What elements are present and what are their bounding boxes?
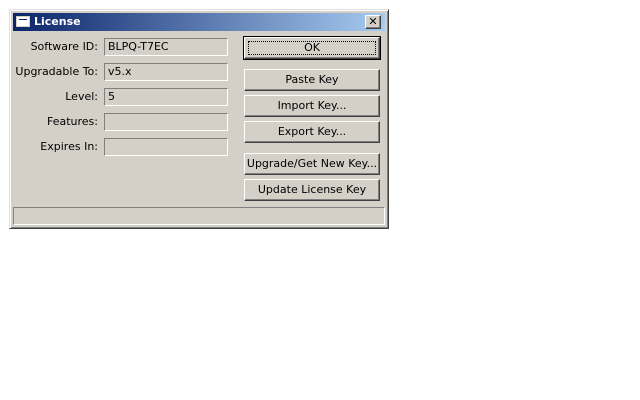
ok-button-label: OK bbox=[304, 41, 320, 54]
window-icon bbox=[16, 16, 30, 27]
upgrade-get-new-key-button-label: Upgrade/Get New Key... bbox=[246, 157, 378, 170]
software-id-field[interactable]: BLPQ-T7EC bbox=[104, 38, 228, 56]
export-key-button-label: Export Key... bbox=[277, 125, 347, 138]
paste-key-button[interactable]: Paste Key bbox=[244, 69, 380, 91]
expires-in-label: Expires In: bbox=[40, 140, 98, 153]
title-bar[interactable]: License ✕ bbox=[13, 13, 385, 31]
import-key-button[interactable]: Import Key... bbox=[244, 95, 380, 117]
license-dialog: License ✕ Software ID: BLPQ-T7EC Upgrada… bbox=[9, 9, 389, 229]
close-button[interactable]: ✕ bbox=[365, 15, 381, 29]
features-field[interactable] bbox=[104, 113, 228, 131]
upgradable-to-label: Upgradable To: bbox=[15, 65, 98, 78]
status-bar bbox=[13, 207, 385, 225]
upgradable-to-field[interactable]: v5.x bbox=[104, 63, 228, 81]
features-label: Features: bbox=[46, 115, 98, 128]
window-title: License bbox=[34, 15, 81, 28]
paste-key-button-label: Paste Key bbox=[285, 73, 339, 86]
import-key-button-label: Import Key... bbox=[277, 99, 347, 112]
export-key-button[interactable]: Export Key... bbox=[244, 121, 380, 143]
expires-in-field[interactable] bbox=[104, 138, 228, 156]
level-field[interactable]: 5 bbox=[104, 88, 228, 106]
close-icon: ✕ bbox=[368, 15, 378, 28]
update-license-key-button[interactable]: Update License Key bbox=[244, 179, 380, 201]
software-id-label: Software ID: bbox=[30, 40, 98, 53]
upgrade-get-new-key-button[interactable]: Upgrade/Get New Key... bbox=[244, 153, 380, 175]
level-label: Level: bbox=[65, 90, 98, 103]
update-license-key-button-label: Update License Key bbox=[257, 183, 367, 196]
ok-button[interactable]: OK bbox=[243, 36, 381, 60]
